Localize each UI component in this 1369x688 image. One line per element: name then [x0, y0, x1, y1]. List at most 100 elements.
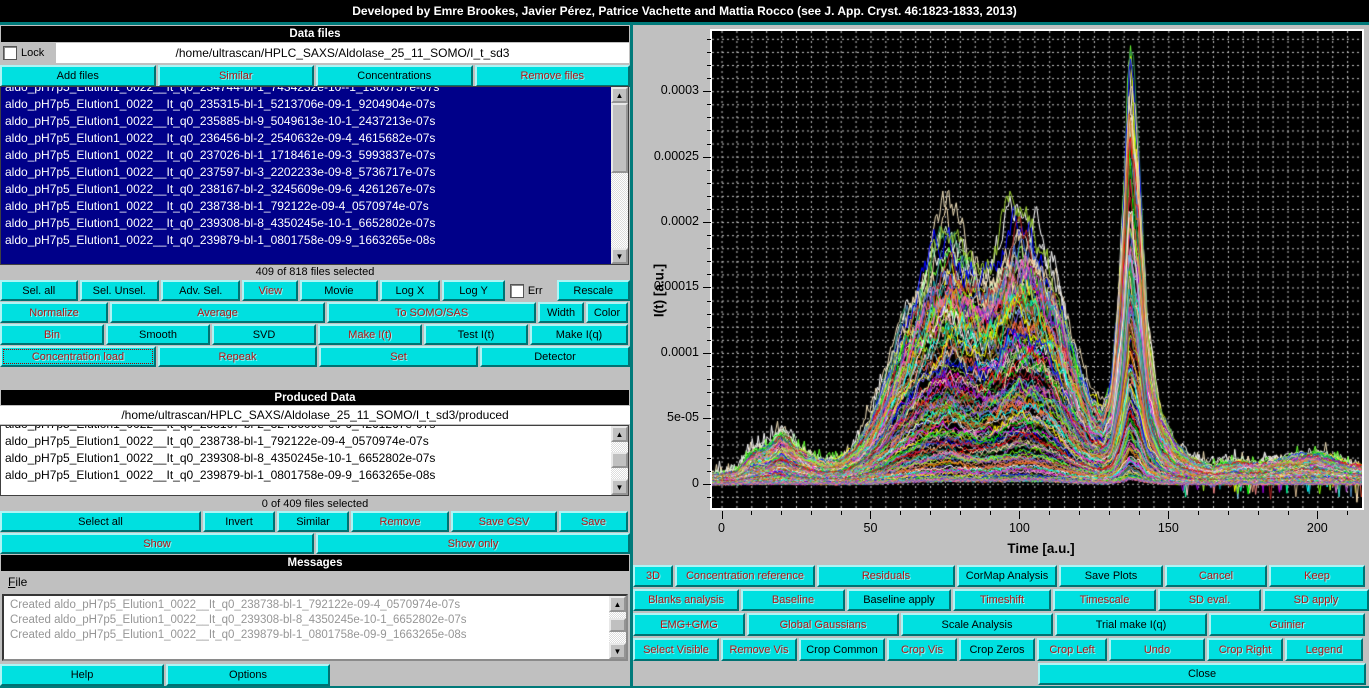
- color-button[interactable]: Color: [586, 302, 628, 323]
- lock-checkbox-row[interactable]: Lock: [0, 43, 55, 63]
- scroll-up-icon[interactable]: ▲: [609, 596, 626, 612]
- scroll-up-icon[interactable]: ▲: [611, 426, 628, 442]
- trial-make-iq-button[interactable]: Trial make I(q): [1055, 613, 1207, 636]
- help-button[interactable]: Help: [0, 664, 164, 686]
- concentration-load-button[interactable]: Concentration load: [0, 346, 156, 367]
- make-iq-button[interactable]: Make I(q): [530, 324, 628, 345]
- bin-button[interactable]: Bin: [0, 324, 104, 345]
- blanks-analysis-button[interactable]: Blanks analysis: [633, 589, 739, 611]
- scroll-down-icon[interactable]: ▼: [611, 248, 628, 264]
- remove-files-button[interactable]: Remove files: [475, 65, 631, 87]
- select-visible-button[interactable]: Select Visible: [633, 638, 719, 661]
- residuals-button[interactable]: Residuals: [817, 565, 955, 587]
- concentrations-button[interactable]: Concentrations: [316, 65, 473, 87]
- lock-checkbox[interactable]: [3, 46, 17, 60]
- global-gaussians-button[interactable]: Global Gaussians: [747, 613, 899, 636]
- repeak-button[interactable]: Repeak: [158, 346, 317, 367]
- invert-button[interactable]: Invert: [203, 511, 275, 532]
- add-files-button[interactable]: Add files: [0, 65, 156, 87]
- crop-left-button[interactable]: Crop Left: [1037, 638, 1107, 661]
- data-files-list[interactable]: aldo_pH7p5_Elution1_0022__It_q0_234744-b…: [0, 86, 629, 265]
- produced-list[interactable]: aldo_pH7p5_Elution1_0022__It_q0_238167-b…: [0, 425, 629, 496]
- sel-all-button[interactable]: Sel. all: [0, 280, 78, 301]
- crop-common-button[interactable]: Crop Common: [799, 638, 885, 661]
- produced-similar-button[interactable]: Similar: [277, 511, 349, 532]
- err-checkbox[interactable]: [510, 284, 524, 298]
- scrollbar-trough[interactable]: [611, 442, 628, 479]
- save-csv-button[interactable]: Save CSV: [451, 511, 557, 532]
- baseline-apply-button[interactable]: Baseline apply: [847, 589, 951, 611]
- show-button[interactable]: Show: [0, 533, 314, 554]
- similar-button[interactable]: Similar: [158, 65, 315, 87]
- message-line[interactable]: Created aldo_pH7p5_Elution1_0022__It_q0_…: [6, 613, 609, 628]
- file-list-item[interactable]: aldo_pH7p5_Elution1_0022__It_q0_238738-b…: [1, 198, 611, 215]
- chromatogram-plot-canvas[interactable]: [710, 29, 1364, 510]
- width-button[interactable]: Width: [538, 302, 584, 323]
- produced-list-item[interactable]: aldo_pH7p5_Elution1_0022__It_q0_239879-b…: [1, 467, 611, 484]
- scrollbar-trough[interactable]: [609, 612, 626, 643]
- make-it-button[interactable]: Make I(t): [318, 324, 422, 345]
- crop-right-button[interactable]: Crop Right: [1207, 638, 1283, 661]
- close-button[interactable]: Close: [1038, 663, 1366, 685]
- scroll-up-icon[interactable]: ▲: [611, 87, 628, 103]
- set-button[interactable]: Set: [319, 346, 478, 367]
- scale-analysis-button[interactable]: Scale Analysis: [901, 613, 1053, 636]
- to-somo-sas-button[interactable]: To SOMO/SAS: [327, 302, 536, 323]
- scrollbar-thumb[interactable]: [611, 452, 628, 468]
- legend-button[interactable]: Legend: [1285, 638, 1363, 661]
- crop-vis-button[interactable]: Crop Vis: [887, 638, 957, 661]
- messages-scrollbar[interactable]: ▲ ▼: [609, 596, 626, 659]
- sd-eval-button[interactable]: SD eval.: [1158, 589, 1261, 611]
- guinier-button[interactable]: Guinier: [1209, 613, 1365, 636]
- svd-button[interactable]: SVD: [212, 324, 316, 345]
- view-button[interactable]: View: [242, 280, 298, 301]
- crop-zeros-button[interactable]: Crop Zeros: [959, 638, 1035, 661]
- timeshift-button[interactable]: Timeshift: [953, 589, 1051, 611]
- test-it-button[interactable]: Test I(t): [424, 324, 528, 345]
- remove-vis-button[interactable]: Remove Vis: [721, 638, 797, 661]
- options-button[interactable]: Options: [166, 664, 330, 686]
- sd-apply-button[interactable]: SD apply: [1263, 589, 1369, 611]
- scrollbar-thumb[interactable]: [609, 618, 626, 632]
- file-list-item[interactable]: aldo_pH7p5_Elution1_0022__It_q0_239308-b…: [1, 215, 611, 232]
- remove-button[interactable]: Remove: [351, 511, 449, 532]
- scroll-down-icon[interactable]: ▼: [611, 479, 628, 495]
- message-line[interactable]: Created aldo_pH7p5_Elution1_0022__It_q0_…: [6, 628, 609, 643]
- file-list-item[interactable]: aldo_pH7p5_Elution1_0022__It_q0_235315-b…: [1, 96, 611, 113]
- scroll-down-icon[interactable]: ▼: [609, 643, 626, 659]
- movie-button[interactable]: Movie: [300, 280, 378, 301]
- scrollbar-thumb[interactable]: [611, 103, 628, 173]
- file-list-item[interactable]: aldo_pH7p5_Elution1_0022__It_q0_239879-b…: [1, 232, 611, 249]
- undo-button[interactable]: Undo: [1109, 638, 1205, 661]
- file-list-item[interactable]: aldo_pH7p5_Elution1_0022__It_q0_234744-b…: [1, 86, 611, 96]
- cormap-analysis-button[interactable]: CorMap Analysis: [957, 565, 1057, 587]
- produced-list-item[interactable]: aldo_pH7p5_Elution1_0022__It_q0_238167-b…: [1, 425, 611, 433]
- scrollbar-trough[interactable]: [611, 103, 628, 248]
- select-all-button[interactable]: Select all: [0, 511, 201, 532]
- sel-unsel-button[interactable]: Sel. Unsel.: [80, 280, 159, 301]
- rescale-button[interactable]: Rescale: [557, 280, 631, 301]
- log-x-button[interactable]: Log X: [380, 280, 441, 301]
- adv-sel-button[interactable]: Adv. Sel.: [161, 280, 240, 301]
- timescale-button[interactable]: Timescale: [1053, 589, 1156, 611]
- produced-list-item[interactable]: aldo_pH7p5_Elution1_0022__It_q0_238738-b…: [1, 433, 611, 450]
- baseline-button[interactable]: Baseline: [741, 589, 845, 611]
- file-list-scrollbar[interactable]: ▲ ▼: [611, 87, 628, 264]
- keep-button[interactable]: Keep: [1269, 565, 1365, 587]
- produced-scrollbar[interactable]: ▲ ▼: [611, 426, 628, 495]
- normalize-button[interactable]: Normalize: [0, 302, 108, 323]
- file-menu[interactable]: File: [8, 575, 27, 591]
- smooth-button[interactable]: Smooth: [106, 324, 210, 345]
- produced-list-item[interactable]: aldo_pH7p5_Elution1_0022__It_q0_239308-b…: [1, 450, 611, 467]
- file-list-item[interactable]: aldo_pH7p5_Elution1_0022__It_q0_237597-b…: [1, 164, 611, 181]
- message-line[interactable]: Created aldo_pH7p5_Elution1_0022__It_q0_…: [6, 598, 609, 613]
- file-list-item[interactable]: aldo_pH7p5_Elution1_0022__It_q0_238167-b…: [1, 181, 611, 198]
- err-checkbox-row[interactable]: Err: [507, 280, 555, 301]
- cancel-button[interactable]: Cancel: [1165, 565, 1267, 587]
- concentration-reference-button[interactable]: Concentration reference: [675, 565, 815, 587]
- average-button[interactable]: Average: [110, 302, 325, 323]
- show-only-button[interactable]: Show only: [316, 533, 630, 554]
- log-y-button[interactable]: Log Y: [442, 280, 505, 301]
- save-plots-button[interactable]: Save Plots: [1059, 565, 1163, 587]
- save-button[interactable]: Save: [559, 511, 628, 532]
